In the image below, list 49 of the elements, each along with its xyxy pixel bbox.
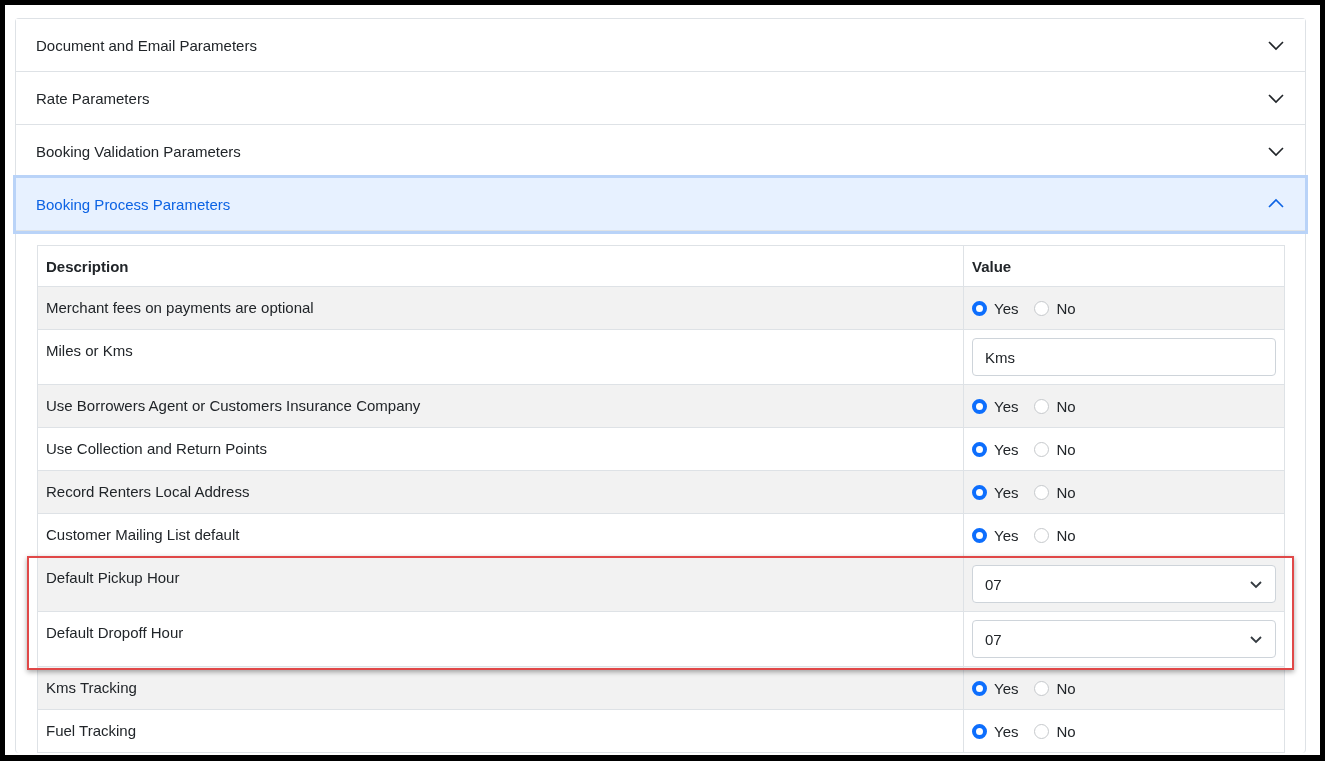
radio-button[interactable] [972, 441, 987, 457]
section-title: Document and Email Parameters [36, 36, 257, 54]
dropdown-select[interactable]: 07 [972, 565, 1276, 603]
section-title: Booking Validation Parameters [36, 142, 241, 160]
table-cell-text: Record Renters Local Address [45, 482, 251, 501]
radio-option[interactable]: Yes [972, 299, 1019, 317]
radio-button[interactable] [1034, 300, 1050, 316]
table-cell-text: Default Dropoff Hour [45, 623, 185, 642]
radio-option[interactable]: No [1034, 397, 1076, 415]
radio-option[interactable]: No [1034, 483, 1076, 501]
radio-option[interactable]: No [1034, 440, 1076, 458]
table-cell-text: Fuel Tracking [45, 721, 138, 740]
radio-button[interactable] [972, 527, 987, 543]
radio-option[interactable]: Yes [972, 679, 1019, 697]
radio-button[interactable] [1034, 680, 1050, 696]
radio-option[interactable]: Yes [972, 440, 1019, 458]
radio-option[interactable]: No [1034, 299, 1076, 317]
table-cell-text: Kms Tracking [45, 678, 138, 697]
radio-button[interactable] [1034, 723, 1050, 739]
column-header: Description [45, 256, 130, 277]
table-cell-text: Miles or Kms [45, 341, 134, 360]
radio-option[interactable]: Yes [972, 483, 1019, 501]
radio-button[interactable] [972, 680, 987, 696]
column-header: Value [963, 246, 1284, 286]
section-title: Rate Parameters [36, 89, 150, 107]
table-cell-text: Customer Mailing List default [45, 525, 241, 544]
accordion-header[interactable]: Document and Email Parameters [16, 19, 1305, 72]
radio-button[interactable] [1034, 441, 1050, 457]
text-input[interactable]: Kms [972, 338, 1276, 376]
radio-button[interactable] [1034, 398, 1050, 414]
radio-option[interactable]: No [1034, 679, 1076, 697]
radio-button[interactable] [972, 484, 987, 500]
radio-option[interactable]: No [1034, 722, 1076, 740]
table-cell-text: Use Borrowers Agent or Customers Insurance Company [45, 396, 422, 415]
radio-button[interactable] [972, 398, 987, 414]
radio-button[interactable] [972, 300, 987, 316]
radio-option[interactable]: Yes [972, 526, 1019, 544]
accordion-header[interactable]: Booking Process Parameters [16, 178, 1305, 231]
radio-option[interactable]: Yes [972, 722, 1019, 740]
radio-button[interactable] [972, 723, 987, 739]
table-cell-text: Default Pickup Hour [45, 568, 181, 587]
table-cell-text: Use Collection and Return Points [45, 439, 268, 458]
radio-option[interactable]: Yes [972, 397, 1019, 415]
section-title: Booking Process Parameters [36, 195, 231, 213]
radio-button[interactable] [1034, 484, 1050, 500]
dropdown-select[interactable]: 07 [972, 620, 1276, 658]
radio-button[interactable] [1034, 527, 1050, 543]
radio-option[interactable]: No [1034, 526, 1076, 544]
table-cell-text: Merchant fees on payments are optional [45, 298, 315, 317]
